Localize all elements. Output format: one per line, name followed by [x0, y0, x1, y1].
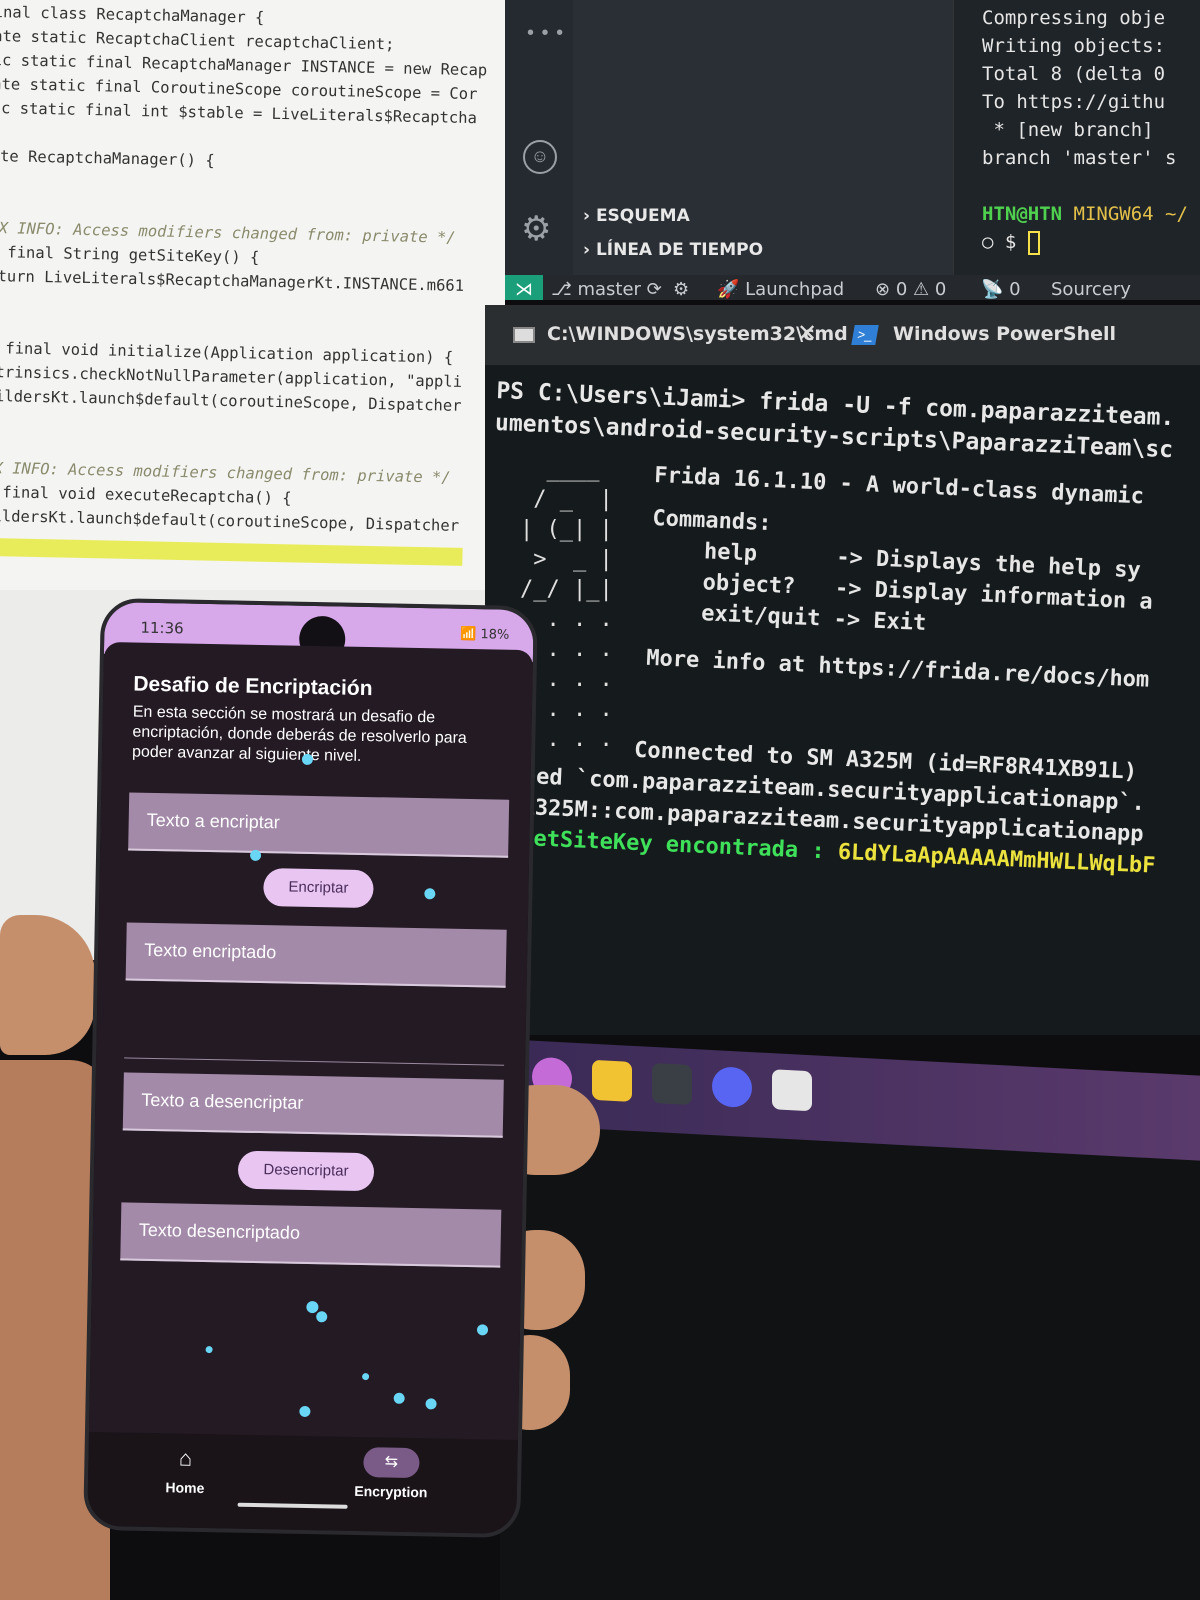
nav-home[interactable]: ⌂ Home [140, 1443, 231, 1497]
status-bar: ⋊ ⎇ master ⟳ ⚙ 🚀 Launchpad ⊗ 0 ⚠ 0 📡 0 S… [505, 275, 1200, 300]
terminal-input-line: ○ $ [982, 228, 1200, 256]
powershell-icon: >_ [851, 325, 879, 345]
launchpad-item[interactable]: 🚀 Launchpad [717, 275, 844, 300]
remote-icon[interactable]: ⋊ [505, 275, 543, 300]
bottom-navigation: ⌂ Home ⇆ Encryption [87, 1431, 518, 1539]
prompt-symbol: $ [1004, 231, 1017, 253]
problems-item[interactable]: ⊗ 0 ⚠ 0 [875, 275, 946, 300]
terminal-line: Compressing obje [982, 7, 1166, 29]
encryption-icon: ⇆ [363, 1447, 420, 1479]
encrypt-input[interactable]: Texto a encriptar [128, 792, 510, 858]
phone: 11:36 📶 18% Desafio de Encriptación En e… [83, 597, 538, 1539]
particle [306, 1300, 319, 1314]
windows-terminal: C:\WINDOWS\system32\cmd ✕ >_ Windows Pow… [485, 305, 1200, 1035]
sync-icon[interactable]: ⟳ [647, 279, 662, 300]
cmd-icon [513, 327, 535, 343]
code-lines: inal class RecaptchaManager {ate static … [0, 0, 505, 567]
particle [425, 1398, 437, 1410]
activity-bar: • • • ☺ ⚙ [505, 0, 573, 275]
files-icon[interactable] [592, 1059, 632, 1102]
nav-encryption[interactable]: ⇆ Encryption [346, 1447, 437, 1501]
integrated-terminal[interactable]: Compressing obje Writing objects: Total … [953, 0, 1200, 275]
terminal-line: branch 'master' s [982, 147, 1177, 169]
prompt-user: HTN@HTN [982, 203, 1063, 225]
particle [424, 888, 436, 900]
app-screen: Desafio de Encriptación En esta sección … [87, 641, 534, 1501]
tab-powershell[interactable]: Windows PowerShell [893, 323, 1116, 345]
decrypt-button[interactable]: Desencriptar [237, 1150, 375, 1192]
encrypt-button[interactable]: Encriptar [263, 868, 374, 909]
close-icon[interactable]: ✕ [797, 319, 817, 348]
monitor-bezel [500, 1120, 1200, 1600]
section-timeline-label: LÍNEA DE TIEMPO [595, 240, 764, 260]
terminal-prompt: HTN@HTN MINGW64 ~/ [982, 200, 1200, 228]
page-description: En esta sección se mostrará un desafio d… [131, 703, 467, 765]
gear-icon[interactable]: ⚙ [521, 212, 551, 246]
terminal-line: Total 8 (delta 0 [982, 63, 1166, 85]
decrypt-input[interactable]: Texto a desencriptar [122, 1072, 504, 1138]
snip-icon[interactable] [772, 1069, 812, 1112]
particle [393, 1392, 405, 1404]
more-icon[interactable]: • • • [527, 22, 564, 45]
terminal-line: * [new branch] [982, 119, 1154, 141]
launchpad-label: Launchpad [745, 279, 845, 300]
section-outline-label: ESQUEMA [595, 206, 690, 226]
highlight-bar [0, 537, 463, 566]
particle [299, 1405, 311, 1418]
page-title: Desafio de Encriptación [133, 672, 373, 701]
vscode-window: • • • ☺ ⚙ › ESQUEMA › LÍNEA DE TIEMPO Co… [505, 0, 1200, 300]
terminal-line: Writing objects: [982, 35, 1166, 57]
section-outline[interactable]: › ESQUEMA [583, 206, 690, 226]
frida-banner-block: Frida 16.1.10 - A world-class dynamic Co… [646, 460, 1200, 701]
tab-strip: C:\WINDOWS\system32\cmd ✕ >_ Windows Pow… [485, 305, 1200, 365]
sourcery-item[interactable]: Sourcery [1051, 275, 1131, 300]
hand-thumb [0, 915, 95, 1055]
discord-icon[interactable] [712, 1066, 752, 1109]
branch-indicator[interactable]: ⎇ master ⟳ [551, 275, 662, 300]
home-icon: ⌂ [178, 1445, 193, 1471]
branch-label: master [577, 279, 641, 300]
error-count: 0 [895, 279, 908, 300]
account-icon[interactable]: ☺ [523, 140, 557, 174]
particle [205, 1346, 213, 1354]
nav-encryption-label: Encryption [354, 1482, 428, 1501]
prompt-env: MINGW64 ~/ [1073, 203, 1188, 225]
particle [362, 1373, 370, 1381]
cursor [1027, 230, 1040, 255]
particle [249, 849, 262, 862]
nav-home-label: Home [165, 1479, 205, 1497]
sidebar: › ESQUEMA › LÍNEA DE TIEMPO [573, 0, 953, 275]
encrypted-output[interactable]: Texto encriptado [125, 922, 507, 988]
ports-count: 0 [1009, 279, 1021, 300]
clock: 11:36 [140, 618, 184, 638]
more-info: More info at https://frida.re/docs/hom [645, 645, 1150, 693]
warning-count: 0 [934, 279, 947, 300]
particle [316, 1311, 328, 1323]
section-timeline[interactable]: › LÍNEA DE TIEMPO [583, 240, 763, 260]
ext-icon[interactable]: ⚙ [673, 275, 689, 300]
battery-label: 18% [480, 627, 510, 643]
particle [476, 1324, 489, 1336]
battery-level: 📶 18% [459, 626, 510, 643]
terminal-line: To https://githu [982, 91, 1166, 113]
frida-session-output: Connected to SM A325M (id=RF8R41XB91L) n… [520, 730, 1200, 885]
ports-item[interactable]: 📡 0 [981, 275, 1021, 300]
terminal-icon[interactable] [652, 1062, 692, 1106]
divider [124, 1057, 505, 1066]
decrypted-output[interactable]: Texto desencriptado [120, 1202, 502, 1268]
